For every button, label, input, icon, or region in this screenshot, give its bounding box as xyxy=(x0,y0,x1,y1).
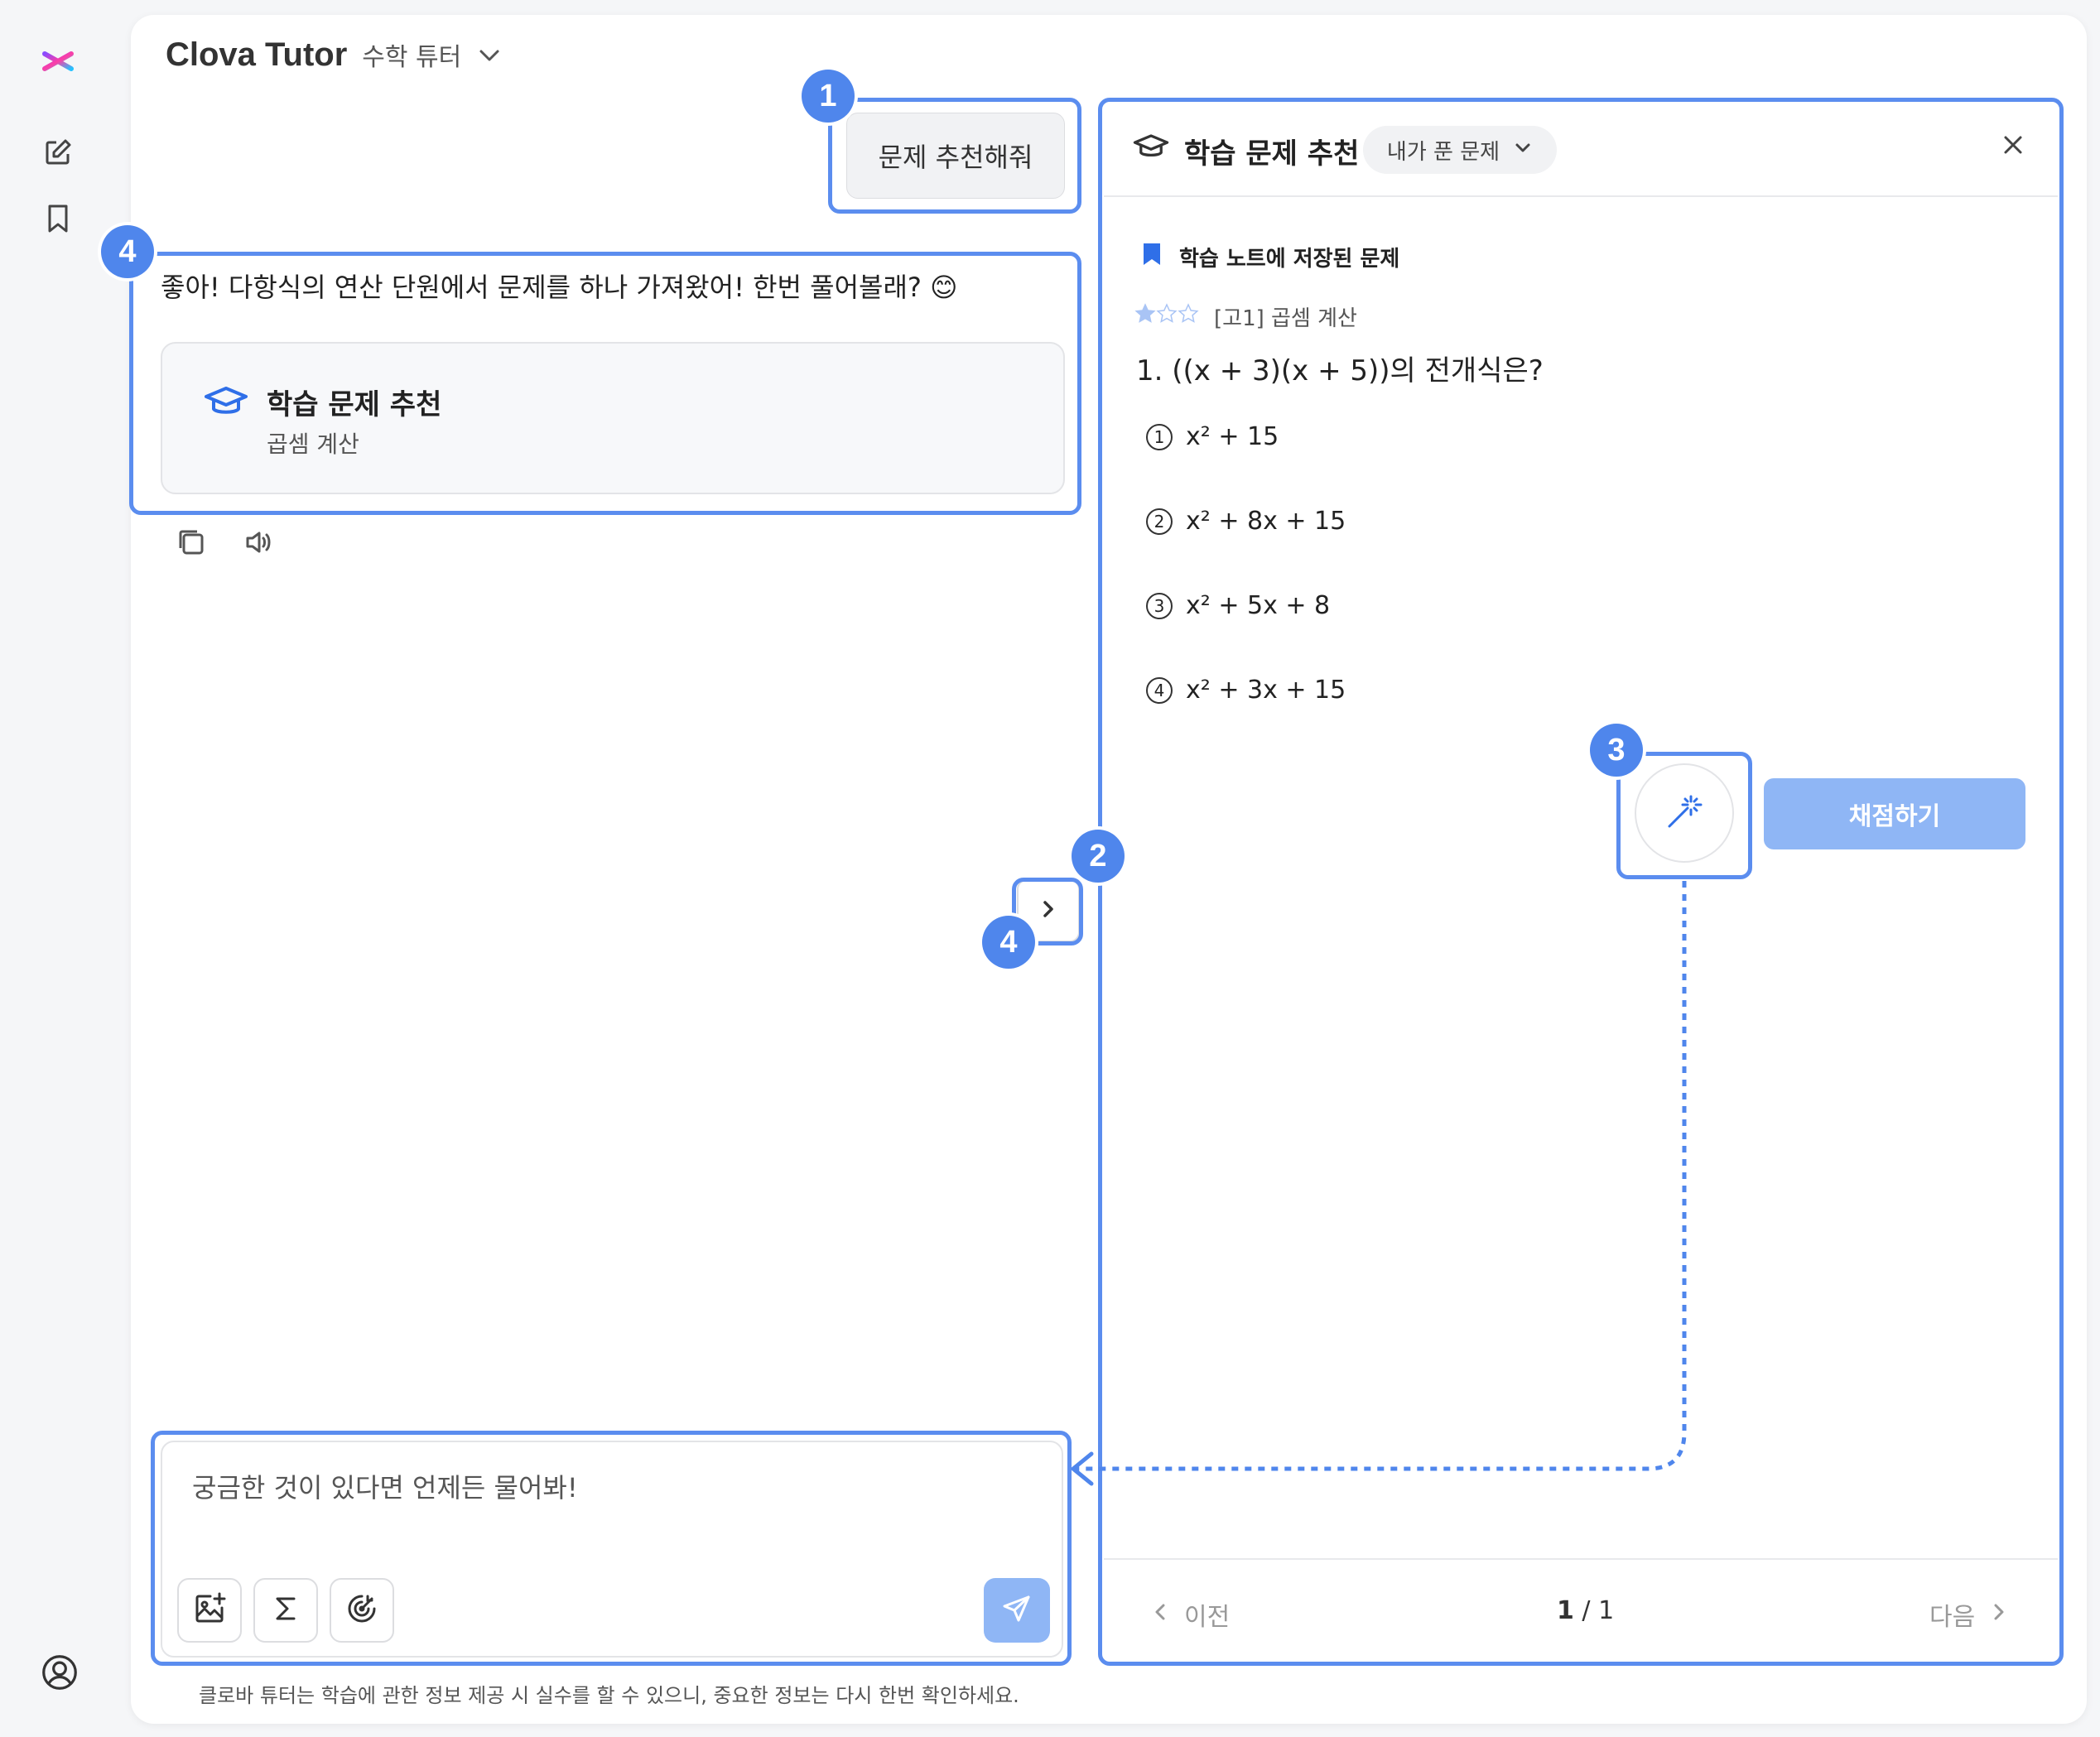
asterisk-logo-icon[interactable] xyxy=(40,43,76,79)
annotation-box-2-panel xyxy=(1098,98,2064,1666)
profile-icon[interactable] xyxy=(41,1654,78,1691)
copy-icon[interactable] xyxy=(176,527,207,561)
annotation-box-4-input xyxy=(151,1431,1072,1666)
app-title[interactable]: Clova Tutor 수학 튜터 xyxy=(166,36,503,74)
tutor-mode-label: 수학 튜터 xyxy=(362,43,462,72)
annotation-box-3 xyxy=(1616,752,1752,879)
disclaimer-text: 클로바 튜터는 학습에 관한 정보 제공 시 실수를 할 수 있으니, 중요한 … xyxy=(199,1684,1019,1707)
annotation-badge-3: 3 xyxy=(1590,724,1643,777)
annotation-badge-2: 2 xyxy=(1072,830,1125,883)
bookmark-icon[interactable] xyxy=(40,200,76,237)
annotation-badge-4: 4 xyxy=(982,916,1035,969)
annotation-box-4-message xyxy=(129,252,1081,515)
app-name: Clova Tutor xyxy=(166,36,348,73)
annotation-box-1 xyxy=(828,98,1081,214)
speaker-icon[interactable] xyxy=(243,527,275,561)
edit-icon[interactable] xyxy=(40,134,76,171)
annotation-badge-1: 1 xyxy=(802,70,855,123)
message-tools xyxy=(176,527,275,561)
chevron-down-icon[interactable] xyxy=(476,42,503,72)
annotation-badge-4: 4 xyxy=(101,225,154,278)
